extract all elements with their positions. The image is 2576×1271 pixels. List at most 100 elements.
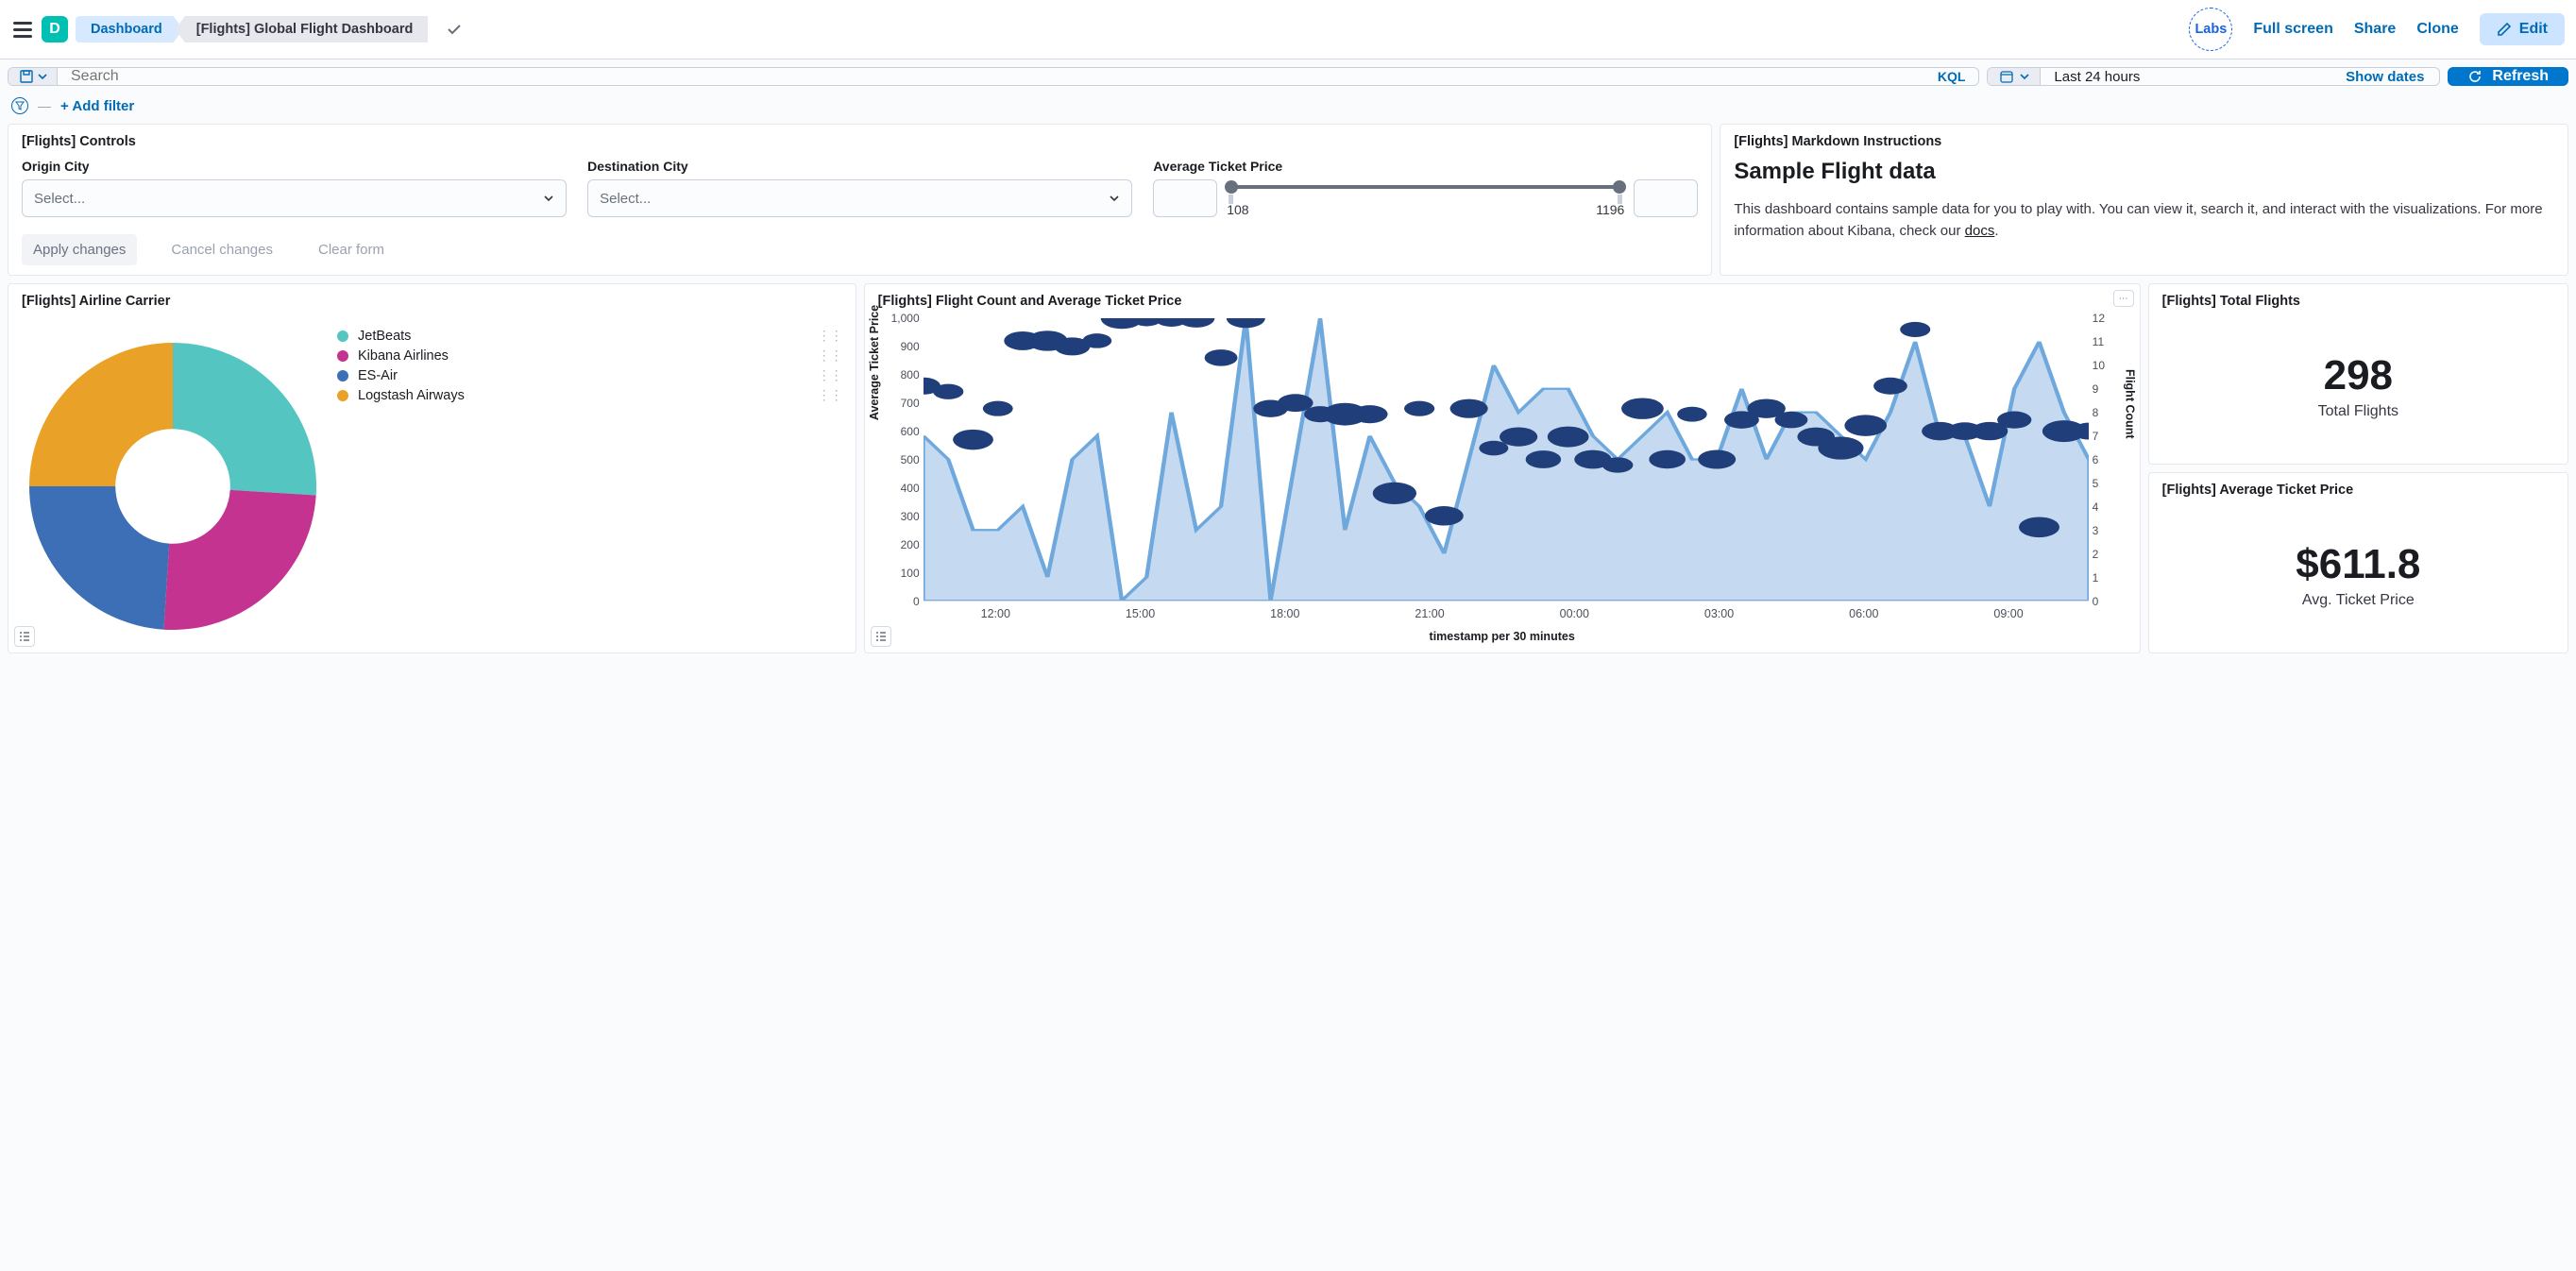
- destination-city-select[interactable]: Select...: [587, 179, 1132, 217]
- legend-swatch: [337, 370, 348, 381]
- combo-panel: ⋯ [Flights] Flight Count and Average Tic…: [864, 283, 2141, 653]
- drag-handle-icon: ⋮⋮: [818, 328, 842, 344]
- donut-chart: [22, 318, 324, 639]
- y-tick: 1,000: [891, 312, 920, 325]
- search-input[interactable]: [58, 68, 1924, 85]
- destination-city-label: Destination City: [587, 159, 1132, 174]
- metric-label: Total Flights: [2318, 403, 2398, 420]
- drag-handle-icon: ⋮⋮: [818, 387, 842, 403]
- y-tick: 900: [901, 340, 920, 353]
- legend-swatch: [337, 330, 348, 342]
- y-tick: 0: [2093, 595, 2099, 608]
- range-max-label: 1196: [1596, 202, 1624, 217]
- y-tick: 5: [2093, 477, 2099, 490]
- docs-link[interactable]: docs: [1965, 223, 1995, 239]
- clone-button[interactable]: Clone: [2416, 21, 2458, 38]
- y-tick: 600: [901, 425, 920, 438]
- clear-form-button[interactable]: Clear form: [307, 234, 396, 265]
- panel-title: [Flights] Flight Count and Average Ticke…: [878, 294, 2127, 309]
- controls-panel: [Flights] Controls Origin City Select...…: [8, 124, 1712, 276]
- y-tick: 100: [901, 567, 920, 580]
- y-axis-left: Average Ticket Price 0100200300400500600…: [878, 318, 924, 602]
- legend-item[interactable]: ES-Air⋮⋮: [337, 367, 842, 383]
- origin-city-label: Origin City: [22, 159, 567, 174]
- time-picker: Last 24 hours Show dates: [1987, 67, 2440, 86]
- y-tick: 7: [2093, 430, 2099, 443]
- edit-label: Edit: [2519, 21, 2548, 38]
- x-tick: 03:00: [1704, 607, 1734, 620]
- markdown-panel: [Flights] Markdown Instructions Sample F…: [1720, 124, 2568, 276]
- y-tick: 8: [2093, 406, 2099, 419]
- menu-icon[interactable]: [11, 18, 34, 41]
- x-tick: 15:00: [1126, 607, 1155, 620]
- price-range-label: Average Ticket Price: [1153, 159, 1698, 174]
- panel-title: [Flights] Average Ticket Price: [2162, 483, 2554, 498]
- y-tick: 500: [901, 453, 920, 466]
- origin-city-select[interactable]: Select...: [22, 179, 567, 217]
- drag-handle-icon: ⋮⋮: [818, 367, 842, 383]
- legend: JetBeats⋮⋮Kibana Airlines⋮⋮ES-Air⋮⋮Logst…: [337, 318, 842, 407]
- share-button[interactable]: Share: [2354, 21, 2396, 38]
- select-placeholder: Select...: [600, 191, 651, 207]
- select-placeholder: Select...: [34, 191, 85, 207]
- cancel-changes-button[interactable]: Cancel changes: [160, 234, 284, 265]
- filter-bar: — + Add filter: [0, 93, 2576, 124]
- app-logo[interactable]: D: [42, 16, 68, 42]
- divider: —: [38, 98, 51, 113]
- labs-button[interactable]: Labs: [2189, 8, 2232, 51]
- y-tick: 1: [2093, 571, 2099, 585]
- price-max-input[interactable]: [1634, 179, 1698, 217]
- price-min-input[interactable]: [1153, 179, 1217, 217]
- kql-toggle[interactable]: KQL: [1924, 68, 1979, 85]
- y-tick: 4: [2093, 500, 2099, 514]
- legend-item[interactable]: Kibana Airlines⋮⋮: [337, 347, 842, 364]
- y-tick: 800: [901, 368, 920, 381]
- y-tick: 9: [2093, 382, 2099, 396]
- breadcrumb: Dashboard [Flights] Global Flight Dashbo…: [76, 16, 428, 42]
- markdown-heading: Sample Flight data: [1734, 159, 2554, 185]
- markdown-text: .: [1994, 223, 1998, 239]
- edit-button[interactable]: Edit: [2480, 13, 2565, 45]
- legend-label: JetBeats: [358, 329, 411, 344]
- metric-label: Avg. Ticket Price: [2302, 592, 2415, 609]
- dashboard-grid: [Flights] Controls Origin City Select...…: [0, 124, 2576, 661]
- avg-price-panel: [Flights] Average Ticket Price $611.8 Av…: [2148, 472, 2568, 653]
- x-tick: 12:00: [981, 607, 1010, 620]
- y-axis-right: Flight Count 0123456789101112: [2089, 318, 2127, 602]
- range-min-label: 108: [1227, 202, 1248, 217]
- legend-swatch: [337, 350, 348, 362]
- x-axis: 12:0015:0018:0021:0000:0003:0006:0009:00: [924, 607, 2081, 620]
- legend-toggle-icon[interactable]: [871, 626, 891, 647]
- y-tick: 2: [2093, 548, 2099, 561]
- y-tick: 3: [2093, 524, 2099, 537]
- y-tick: 10: [2093, 359, 2105, 372]
- refresh-button[interactable]: Refresh: [2448, 67, 2568, 86]
- add-filter-button[interactable]: + Add filter: [60, 98, 134, 114]
- y-tick: 6: [2093, 453, 2099, 466]
- pencil-icon: [2497, 22, 2512, 37]
- markdown-body: This dashboard contains sample data for …: [1734, 198, 2554, 243]
- apply-changes-button[interactable]: Apply changes: [22, 234, 137, 265]
- legend-label: Kibana Airlines: [358, 348, 449, 364]
- breadcrumb-dashboard[interactable]: Dashboard: [76, 16, 183, 42]
- legend-item[interactable]: Logstash Airways⋮⋮: [337, 387, 842, 403]
- chevron-down-icon: [543, 193, 554, 204]
- fullscreen-button[interactable]: Full screen: [2253, 21, 2332, 38]
- legend-toggle-icon[interactable]: [14, 626, 35, 647]
- save-icon: [19, 69, 34, 84]
- panel-options-icon[interactable]: ⋯: [2113, 290, 2134, 307]
- save-query-button[interactable]: [8, 68, 58, 85]
- breadcrumb-current: [Flights] Global Flight Dashboard: [176, 16, 429, 42]
- total-flights-panel: [Flights] Total Flights 298 Total Flight…: [2148, 283, 2568, 465]
- legend-item[interactable]: JetBeats ⋮⋮: [337, 328, 842, 344]
- panel-title: [Flights] Controls: [22, 134, 1698, 149]
- price-range-slider[interactable]: 108 1196: [1227, 179, 1624, 217]
- filter-icon[interactable]: [11, 97, 28, 114]
- chart-plot: [924, 318, 2089, 602]
- pie-panel: [Flights] Airline Carrier JetBeats⋮⋮Kiba…: [8, 283, 856, 653]
- time-quick-select[interactable]: [1988, 68, 2041, 85]
- show-dates-button[interactable]: Show dates: [2330, 68, 2439, 85]
- time-range-display[interactable]: Last 24 hours: [2041, 68, 2330, 85]
- query-bar: KQL Last 24 hours Show dates Refresh: [0, 59, 2576, 93]
- chevron-down-icon: [38, 72, 47, 81]
